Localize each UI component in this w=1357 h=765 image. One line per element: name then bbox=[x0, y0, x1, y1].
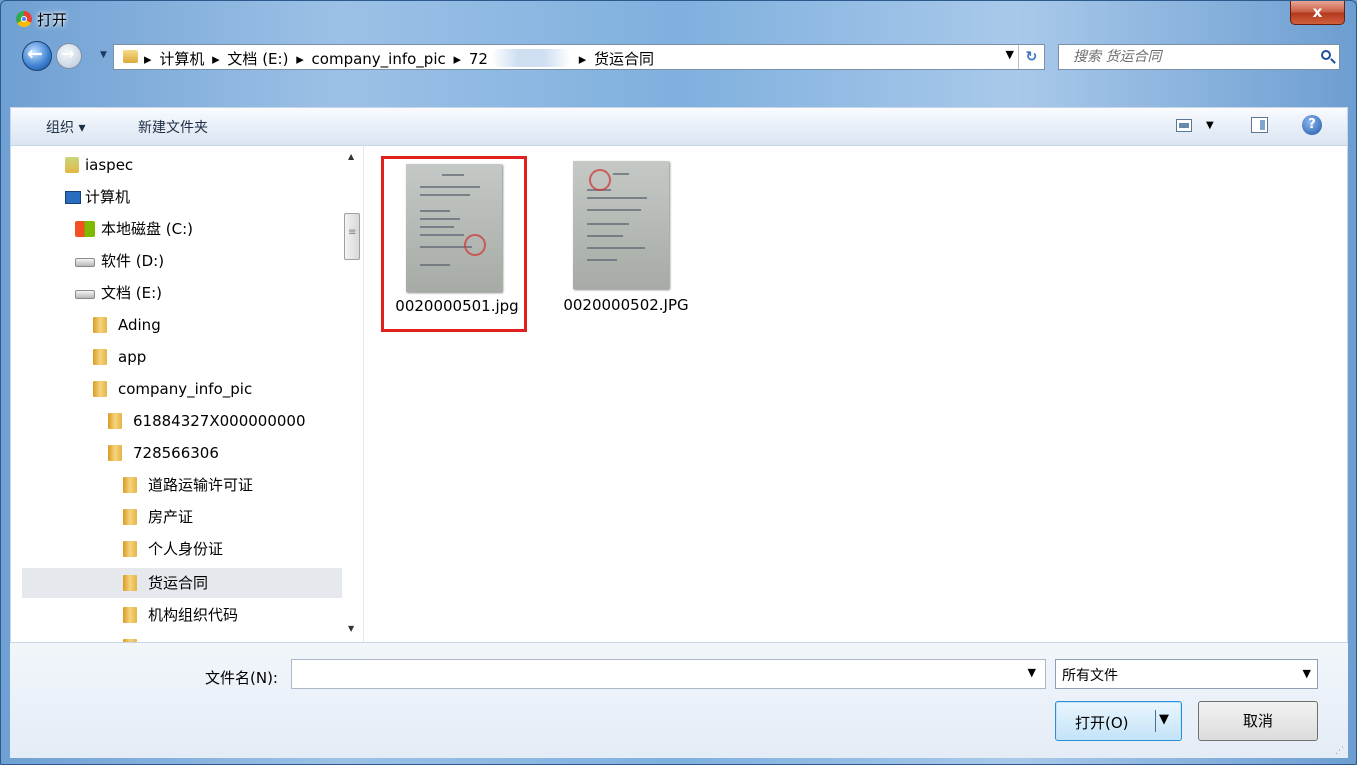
organize-button[interactable]: 组织 ▾ bbox=[46, 117, 85, 137]
file-item[interactable]: 0020000502.JPG bbox=[553, 159, 699, 335]
history-dropdown-icon[interactable]: ▼ bbox=[100, 50, 107, 60]
tree-item-drive-c[interactable]: 本地磁盘 (C:) bbox=[73, 214, 341, 244]
user-folder-icon bbox=[65, 157, 79, 173]
crumb-freight-contract[interactable]: 货运合同 bbox=[594, 50, 654, 68]
crumb-separator-icon[interactable]: ▸ bbox=[454, 50, 462, 68]
scroll-down-icon[interactable]: ▼ bbox=[348, 624, 354, 633]
crumb-separator-icon[interactable]: ▸ bbox=[296, 50, 304, 68]
address-row: ▼ ▸ 计算机 ▸ 文档 (E:) ▸ company_info_pic ▸ 7… bbox=[1, 38, 1356, 74]
filename-label: 文件名(N): bbox=[205, 669, 278, 687]
address-dropdown-icon[interactable]: ▼ bbox=[1006, 48, 1014, 61]
crumb-computer[interactable]: 计算机 bbox=[159, 50, 204, 68]
tree-item-drive-e[interactable]: 文档 (E:) bbox=[73, 278, 341, 308]
dialog-footer: 文件名(N): ▼ 所有文件 ▼ 打开(O) ▼ 取消 ⋰ bbox=[10, 643, 1348, 758]
redacted-area bbox=[490, 49, 571, 67]
back-button[interactable] bbox=[22, 41, 52, 71]
tree-item-app[interactable]: app bbox=[91, 342, 341, 372]
tree-item-computer[interactable]: 计算机 bbox=[61, 182, 341, 212]
cancel-button[interactable]: 取消 bbox=[1198, 701, 1318, 741]
crumb-separator-icon[interactable]: ▸ bbox=[579, 50, 587, 68]
folder-icon bbox=[93, 317, 107, 333]
drive-icon bbox=[75, 290, 95, 299]
folder-icon bbox=[123, 509, 137, 525]
browser-area: iaspec 计算机 本地磁盘 (C:) 软件 (D:) 文档 (E:) Adi… bbox=[10, 146, 1348, 643]
help-icon[interactable]: ? bbox=[1302, 115, 1322, 135]
filetype-select[interactable]: 所有文件 ▼ bbox=[1055, 659, 1318, 689]
local-disk-icon bbox=[75, 221, 95, 237]
file-item[interactable]: 0020000501.jpg bbox=[381, 156, 527, 332]
folder-icon bbox=[108, 413, 122, 429]
open-button[interactable]: 打开(O) ▼ bbox=[1055, 701, 1182, 741]
chrome-app-icon bbox=[16, 11, 32, 27]
close-button[interactable]: x bbox=[1290, 1, 1345, 25]
search-icon[interactable] bbox=[1321, 50, 1331, 60]
tree-item-road-transport-permit[interactable]: 道路运输许可证 bbox=[121, 470, 341, 500]
title-bar[interactable]: 打开 x bbox=[1, 1, 1356, 39]
open-button-label: 打开(O) bbox=[1075, 714, 1129, 732]
tree-item-property-certificate[interactable]: 房产证 bbox=[121, 502, 341, 532]
folder-icon bbox=[123, 575, 137, 591]
crumb-separator-icon[interactable]: ▸ bbox=[144, 50, 152, 68]
crumb-drive-e[interactable]: 文档 (E:) bbox=[227, 50, 288, 68]
new-folder-button[interactable]: 新建文件夹 bbox=[138, 117, 208, 137]
crumb-separator-icon[interactable]: ▸ bbox=[212, 50, 220, 68]
tree-item-drive-d[interactable]: 软件 (D:) bbox=[73, 246, 341, 276]
nav-scrollbar[interactable]: ▲ ▼ bbox=[343, 146, 361, 642]
change-view-icon[interactable] bbox=[1176, 119, 1192, 132]
file-thumbnail bbox=[573, 161, 669, 289]
tree-item-org-code[interactable]: 机构组织代码 bbox=[121, 600, 341, 630]
folder-icon bbox=[93, 349, 107, 365]
folder-icon bbox=[108, 445, 122, 461]
refresh-icon[interactable]: ↻ bbox=[1018, 45, 1044, 69]
window-title: 打开 bbox=[37, 11, 68, 29]
chevron-down-icon[interactable]: ▼ bbox=[1303, 667, 1311, 680]
breadcrumb: ▸ 计算机 ▸ 文档 (E:) ▸ company_info_pic ▸ 72 … bbox=[144, 48, 657, 69]
crumb-72[interactable]: 72 bbox=[469, 50, 488, 68]
folder-icon bbox=[123, 477, 137, 493]
drive-icon bbox=[75, 258, 95, 267]
open-options-dropdown-icon[interactable]: ▼ bbox=[1159, 712, 1169, 727]
tree-item-company-info-pic[interactable]: company_info_pic bbox=[91, 374, 341, 404]
filetype-value: 所有文件 bbox=[1062, 668, 1118, 684]
tree-item-partial[interactable] bbox=[121, 632, 341, 642]
filename-combobox[interactable]: ▼ bbox=[291, 659, 1046, 689]
command-bar: 组织 ▾ 新建文件夹 ▼ ? bbox=[10, 107, 1348, 146]
crumb-company-info-pic[interactable]: company_info_pic bbox=[312, 50, 446, 68]
navigation-pane: iaspec 计算机 本地磁盘 (C:) 软件 (D:) 文档 (E:) Adi… bbox=[11, 146, 361, 642]
folder-icon bbox=[123, 607, 137, 623]
scroll-thumb[interactable] bbox=[344, 213, 360, 260]
search-box[interactable] bbox=[1058, 44, 1340, 70]
forward-button[interactable] bbox=[56, 43, 82, 69]
filename-dropdown-icon[interactable]: ▼ bbox=[1028, 666, 1036, 679]
filename-input[interactable] bbox=[296, 660, 1000, 688]
red-seal-icon bbox=[464, 234, 486, 256]
tree-item-iaspec[interactable]: iaspec bbox=[61, 150, 341, 180]
tree-item-728566306[interactable]: 728566306 bbox=[106, 438, 341, 468]
file-name: 0020000502.JPG bbox=[563, 296, 689, 314]
folder-icon bbox=[123, 541, 137, 557]
pane-splitter[interactable] bbox=[363, 146, 364, 642]
file-thumbnail bbox=[406, 164, 502, 292]
folder-icon bbox=[123, 639, 137, 642]
open-file-dialog: 打开 x ▼ ▸ 计算机 ▸ 文档 (E:) ▸ company_info_pi… bbox=[0, 0, 1357, 765]
resize-grip-icon[interactable]: ⋰ bbox=[1335, 746, 1344, 756]
search-input[interactable] bbox=[1071, 48, 1295, 66]
tree-item-61884327x[interactable]: 61884327X000000000 bbox=[106, 406, 341, 436]
tree-item-freight-contract[interactable]: 货运合同 bbox=[22, 568, 342, 598]
red-seal-icon bbox=[589, 169, 611, 191]
view-dropdown-icon[interactable]: ▼ bbox=[1206, 120, 1214, 131]
tree-item-personal-id[interactable]: 个人身份证 bbox=[121, 534, 341, 564]
address-bar[interactable]: ▸ 计算机 ▸ 文档 (E:) ▸ company_info_pic ▸ 72 … bbox=[113, 44, 1045, 70]
file-name: 0020000501.jpg bbox=[395, 297, 519, 315]
tree-item-ading[interactable]: Ading bbox=[91, 310, 341, 340]
scroll-up-icon[interactable]: ▲ bbox=[348, 152, 354, 161]
folder-icon bbox=[93, 381, 107, 397]
computer-icon bbox=[65, 191, 81, 204]
folder-icon bbox=[123, 50, 138, 63]
preview-pane-icon[interactable] bbox=[1251, 117, 1268, 133]
